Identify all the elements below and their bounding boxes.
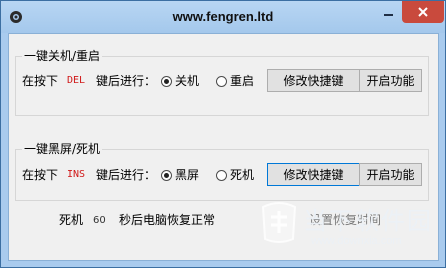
watermark: 当下软件园 www.downxia.com: [259, 197, 446, 257]
watermark-url: www.downxia.com: [311, 235, 402, 247]
radio-restart[interactable]: [216, 76, 227, 87]
radio-restart-label[interactable]: 重启: [230, 74, 254, 88]
watermark-text: 当下软件园: [303, 208, 433, 235]
group-title-shutdown: 一键关机/重启: [22, 49, 103, 63]
modify-hotkey-button-2[interactable]: 修改快捷键: [267, 163, 360, 186]
title-bar[interactable]: www.fengren.ltd: [1, 1, 445, 33]
group-title-blackscreen: 一键黑屏/死机: [22, 142, 103, 156]
radio-shutdown[interactable]: [161, 76, 172, 87]
suffix-label: 键后进行：: [96, 74, 157, 88]
enable-button-1[interactable]: 开启功能: [359, 69, 422, 92]
radio-crash[interactable]: [216, 170, 227, 181]
prefix-label: 在按下: [22, 74, 59, 88]
radio-blackscreen-label[interactable]: 黑屏: [175, 168, 199, 182]
radio-shutdown-label[interactable]: 关机: [175, 74, 199, 88]
crash-label: 死机: [59, 213, 84, 227]
prefix-label-2: 在按下: [22, 168, 59, 182]
hotkey-del: DEL: [67, 75, 86, 86]
close-icon: [418, 7, 428, 17]
minimize-button[interactable]: [375, 1, 401, 23]
close-button[interactable]: [402, 1, 444, 23]
crash-suffix-label: 秒后电脑恢复正常: [119, 213, 216, 227]
suffix-label-2: 键后进行：: [96, 168, 157, 182]
radio-blackscreen[interactable]: [161, 170, 172, 181]
radio-crash-label[interactable]: 死机: [230, 168, 254, 182]
modify-hotkey-button-1[interactable]: 修改快捷键: [267, 69, 360, 92]
watermark-logo-icon: [261, 202, 297, 243]
hotkey-ins: INS: [67, 169, 86, 180]
minimize-icon: [383, 14, 393, 16]
crash-seconds[interactable]: 60: [93, 214, 106, 228]
enable-button-2[interactable]: 开启功能: [359, 163, 422, 186]
app-window: www.fengren.ltd 一键关机/重启 在按下 DEL 键后进行： 关机…: [0, 0, 446, 268]
